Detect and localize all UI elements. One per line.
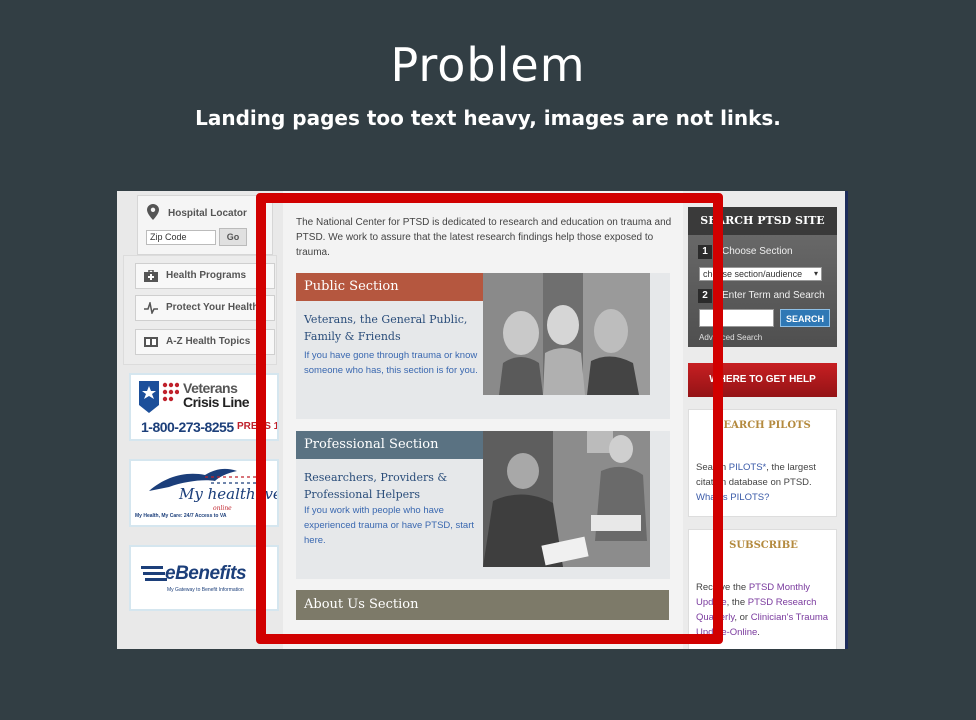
nav-label: Protect Your Health [166, 302, 259, 313]
step-2-label: Enter Term and Search [722, 290, 825, 301]
ebenefits-logo-icon [141, 566, 167, 581]
hospital-locator-title: Hospital Locator [168, 208, 247, 219]
hospital-locator: Hospital Locator Zip Code Go [137, 195, 273, 255]
pilots-link[interactable]: PILOTS* [729, 462, 767, 473]
nav-protect-your-health[interactable]: Protect Your Health [135, 295, 275, 321]
highlight-frame [256, 193, 723, 644]
slide-title: Problem [390, 38, 586, 92]
go-button[interactable]: Go [219, 228, 247, 246]
first-aid-kit-icon [144, 270, 158, 282]
myhealthevet-online: online [213, 505, 232, 512]
search-button[interactable]: SEARCH [780, 309, 830, 327]
crisis-line-phone: 1-800-273-8255 [141, 419, 234, 435]
nav-label: A-Z Health Topics [166, 336, 251, 347]
book-icon [144, 337, 158, 347]
chevron-down-icon: ▾ [813, 269, 818, 278]
step-1-label: Choose Section [722, 246, 793, 257]
nav-health-programs[interactable]: Health Programs [135, 263, 275, 289]
myhealthevet-tagline: My Health, My Care: 24/7 Access to VA [135, 513, 227, 519]
zip-code-input[interactable]: Zip Code [146, 230, 216, 245]
screenshot-edge [845, 191, 848, 649]
slide-subtitle: Landing pages too text heavy, images are… [195, 106, 781, 130]
crisis-line-logo-icon [139, 381, 179, 413]
heartbeat-icon [144, 302, 158, 314]
map-pin-icon [147, 204, 159, 220]
nav-a-z-health-topics[interactable]: A-Z Health Topics [135, 329, 275, 355]
crisis-line-title-2: Crisis Line [183, 394, 250, 410]
crisis-line-title-1: Veterans [183, 380, 238, 396]
crisis-line-title: Veterans Crisis Line [183, 380, 250, 410]
nav-label: Health Programs [166, 270, 247, 281]
ebenefits-title: eBenefits [165, 563, 247, 584]
ebenefits-tagline: My Gateway to Benefit Information [167, 587, 244, 593]
